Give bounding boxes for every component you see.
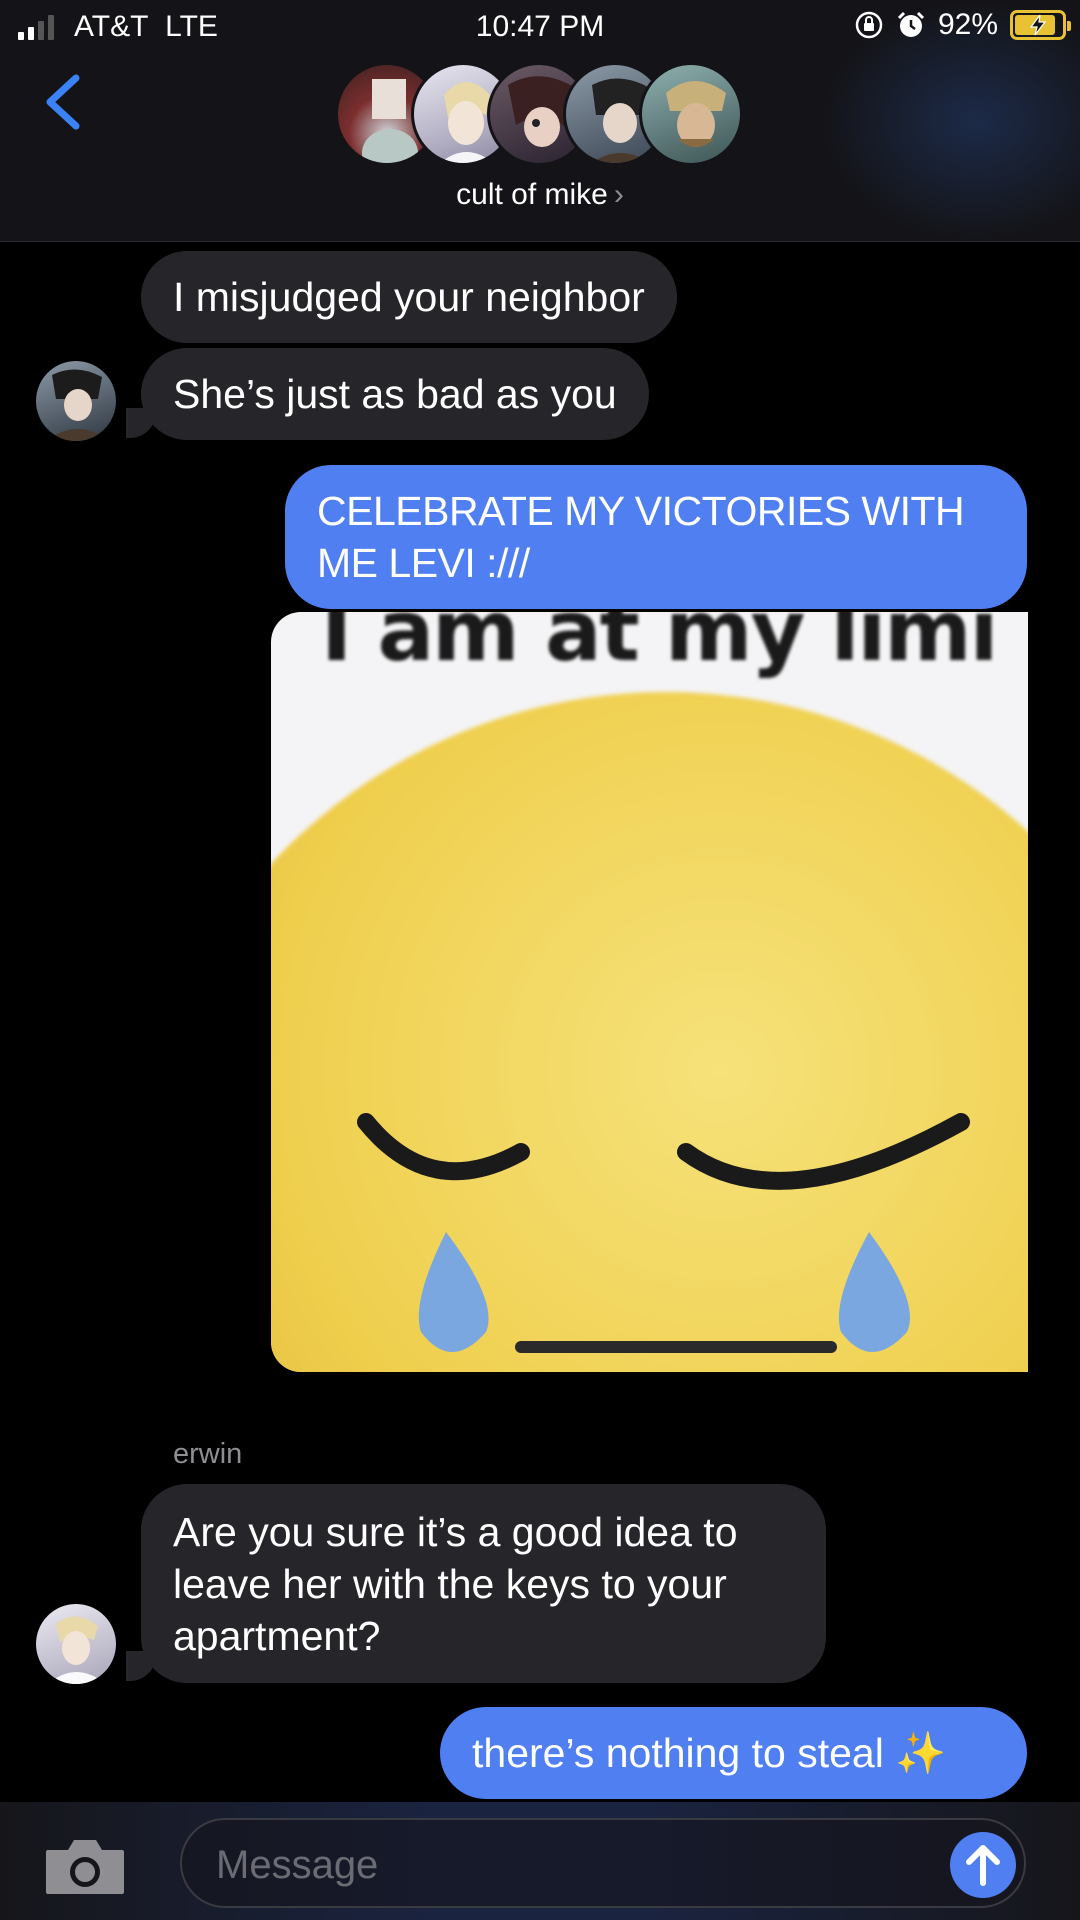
message-line: apartment? <box>173 1613 381 1659</box>
battery-percent: 92% <box>937 8 998 41</box>
orientation-lock-icon <box>855 11 883 39</box>
image-attachment[interactable]: I am at my limi <box>271 612 1028 1372</box>
group-avatars[interactable] <box>335 62 745 166</box>
message-text: there’s nothing to steal ✨ <box>472 1730 947 1776</box>
arrow-up-icon <box>966 1845 1000 1886</box>
message-input-container[interactable] <box>180 1818 1026 1908</box>
message-line: ME LEVI :/// <box>317 540 530 586</box>
message-bubble-incoming[interactable]: I misjudged your neighbor <box>141 251 677 343</box>
compose-bar <box>0 1802 1080 1920</box>
alarm-icon <box>897 11 925 37</box>
message-text: I misjudged your neighbor <box>173 274 645 320</box>
message-bubble-incoming[interactable]: She’s just as bad as you <box>141 348 649 440</box>
message-bubble-outgoing[interactable]: there’s nothing to steal ✨ <box>440 1707 1027 1799</box>
status-right: 92% <box>854 8 1071 42</box>
sender-avatar-levi[interactable] <box>36 361 116 441</box>
message-bubble-incoming[interactable]: Are you sure it’s a good idea to leave h… <box>141 1484 826 1683</box>
message-line: CELEBRATE MY VICTORIES WITH <box>317 488 965 534</box>
message-line: leave her with the keys to your <box>173 1561 727 1607</box>
group-name-label: cult of mike <box>456 178 608 211</box>
message-line: Are you sure it’s a good idea to <box>173 1509 738 1555</box>
send-button[interactable] <box>950 1832 1016 1898</box>
status-bar: AT&T LTE 10:47 PM 92% <box>0 0 1080 52</box>
message-bubble-outgoing[interactable]: CELEBRATE MY VICTORIES WITH ME LEVI :/// <box>285 465 1027 609</box>
battery-charging-icon <box>1010 10 1071 40</box>
group-name[interactable]: cult of mike › <box>0 178 1080 212</box>
crying-face-emoji <box>271 692 1028 1372</box>
conversation-header: AT&T LTE 10:47 PM 92% cult of mike › <box>0 0 1080 242</box>
message-input[interactable] <box>216 1840 916 1890</box>
chevron-right-icon: › <box>613 178 624 211</box>
back-chevron-icon[interactable] <box>40 72 90 132</box>
message-text: She’s just as bad as you <box>173 371 617 417</box>
camera-icon[interactable] <box>44 1836 126 1896</box>
sender-avatar-erwin[interactable] <box>36 1604 116 1684</box>
sender-name: erwin <box>173 1438 243 1470</box>
member-avatar <box>639 62 743 166</box>
